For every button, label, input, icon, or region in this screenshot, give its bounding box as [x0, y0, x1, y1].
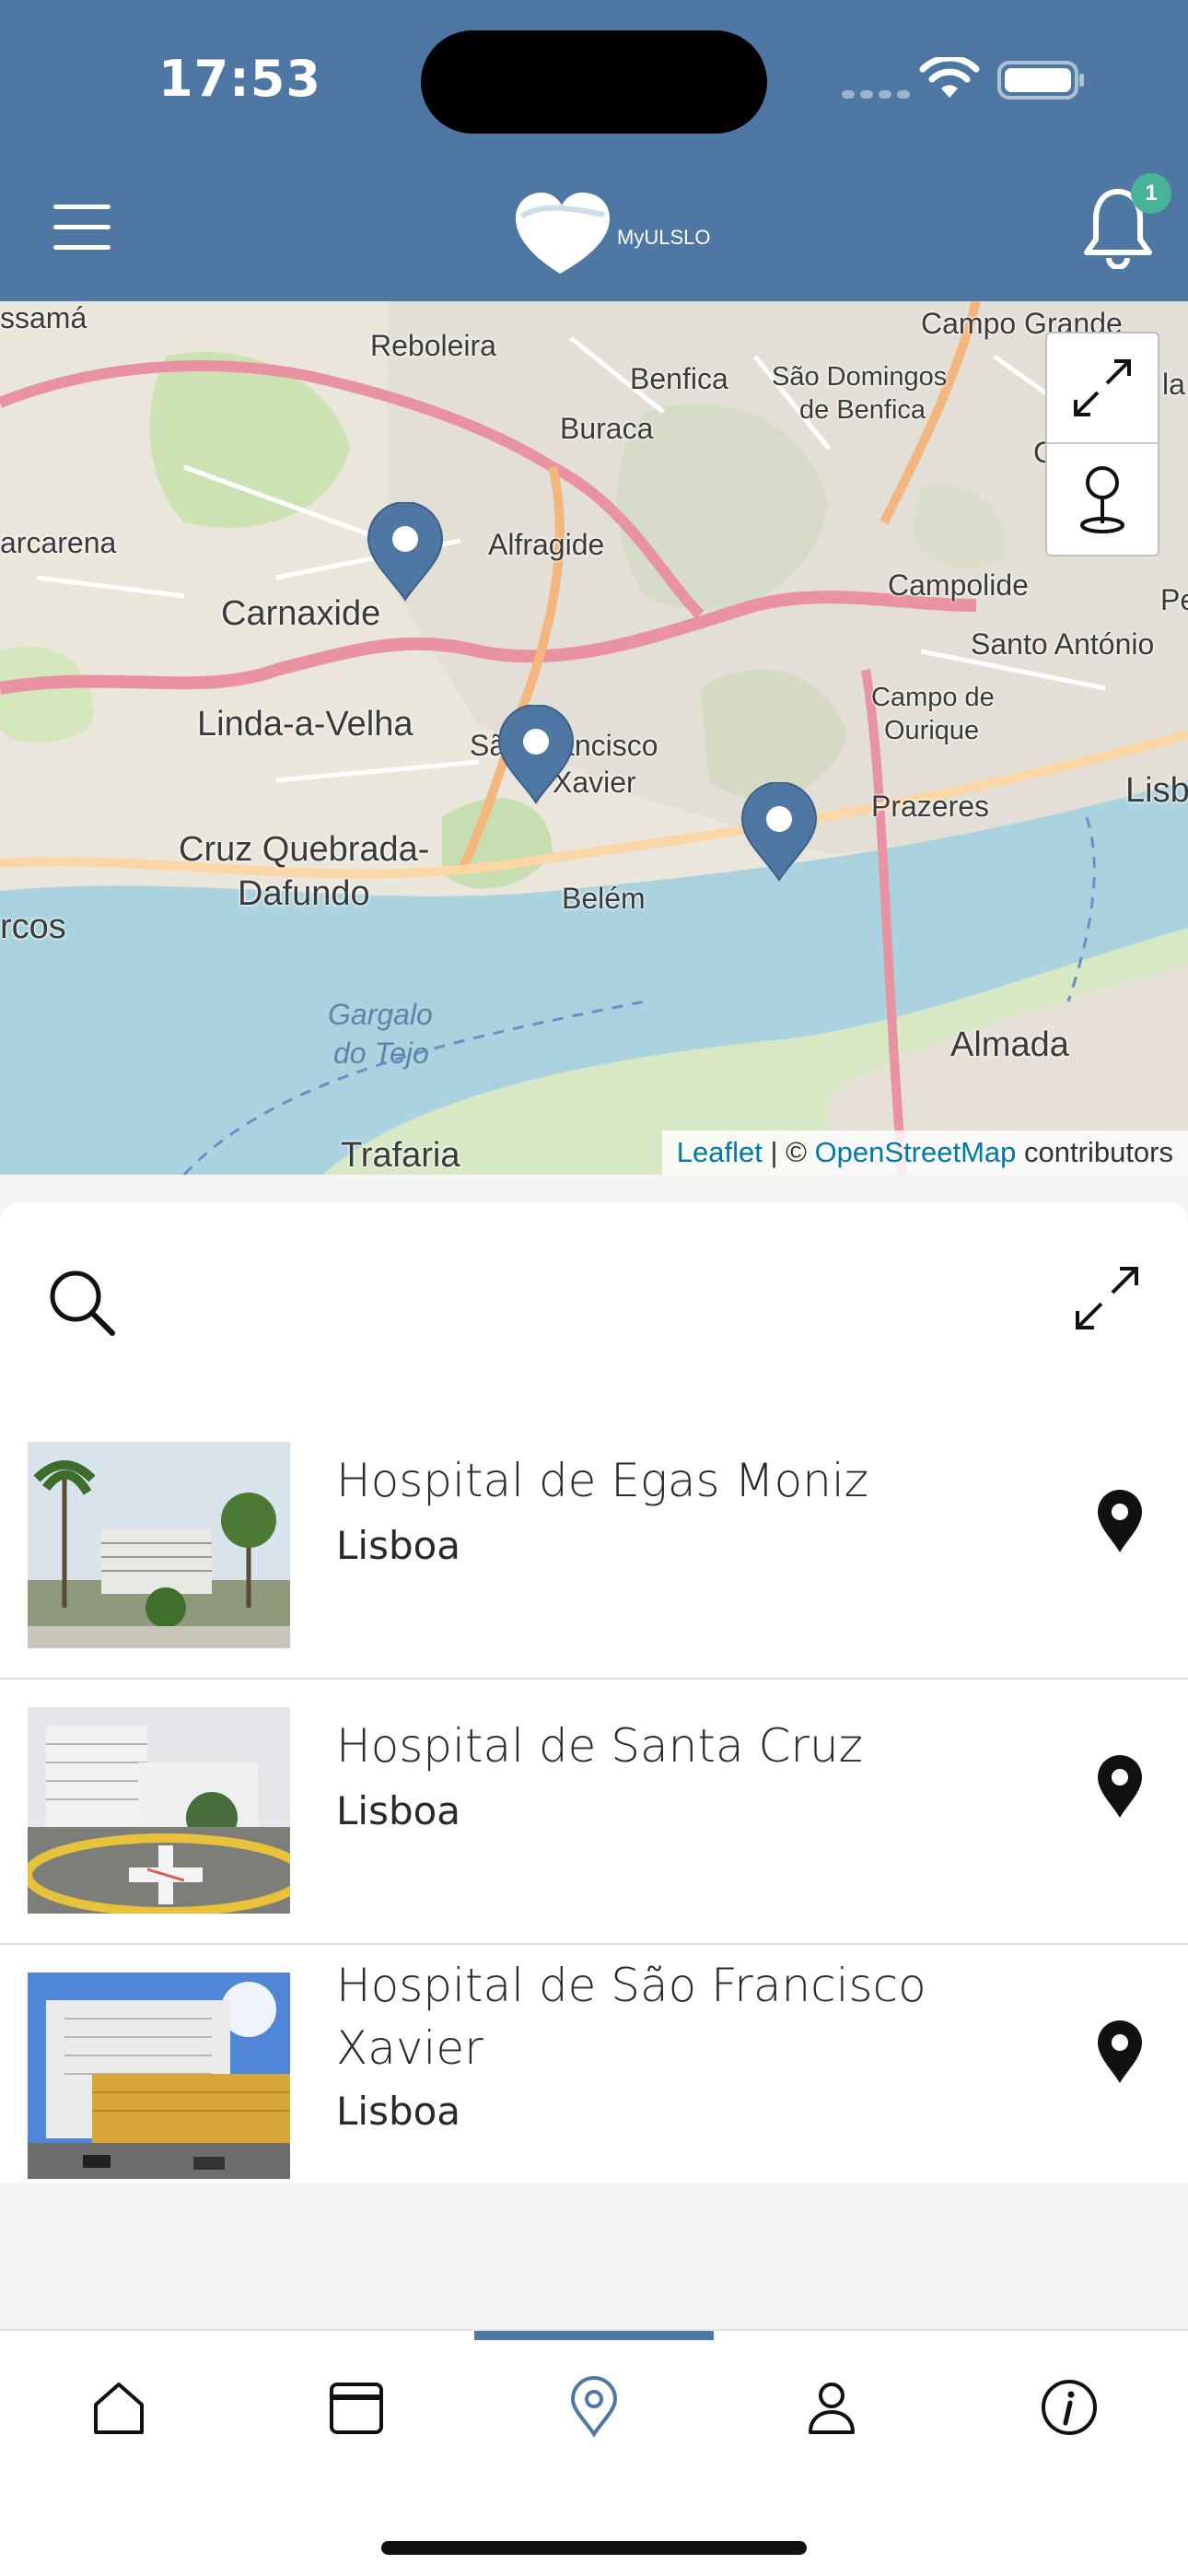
map-label: Trafaria	[341, 1136, 460, 1175]
map-label: São Domingos	[772, 362, 948, 392]
map-label: ssamá	[0, 301, 87, 334]
map-label: arcarena	[0, 526, 117, 559]
map-label: Almada	[950, 1025, 1069, 1064]
map-label: la	[1162, 368, 1185, 401]
map-label: de Benfica	[799, 395, 926, 425]
list-item-sao-francisco-xavier[interactable]: Hospital de São Francisco Xavier Lisboa	[0, 1945, 1188, 2183]
map-pin-icon[interactable]	[1096, 2019, 1144, 2085]
hospital-photo	[28, 1442, 290, 1648]
hospital-marker-egas-moniz[interactable]	[365, 502, 446, 603]
list-item-santa-cruz[interactable]: Hospital de Santa Cruz Lisboa	[0, 1680, 1188, 1945]
hospital-map[interactable]: ssamá Reboleira Benfica São Domingos de …	[0, 301, 1188, 1175]
dynamic-island	[421, 30, 767, 134]
bottom-tab-bar	[0, 2329, 1188, 2576]
hospital-city: Lisboa	[336, 1788, 461, 1833]
map-label: Campo de	[871, 683, 995, 712]
map-label: Belém	[562, 882, 646, 915]
fullscreen-icon	[1074, 359, 1131, 416]
map-controls	[1045, 332, 1159, 556]
map-pin-icon[interactable]	[1096, 1488, 1144, 1554]
app-logo-text: MyULSLO	[617, 226, 711, 249]
info-icon[interactable]	[1037, 2375, 1101, 2440]
battery-icon	[997, 61, 1084, 100]
map-label: Lisb	[1125, 771, 1188, 810]
leaflet-link[interactable]: Leaflet	[677, 1136, 763, 1168]
map-fullscreen-button[interactable]	[1047, 334, 1158, 444]
map-pin-icon[interactable]	[1096, 1753, 1144, 1820]
map-label: Buraca	[560, 412, 654, 445]
locate-pin-icon	[1080, 466, 1124, 533]
map-pin-tab-icon[interactable]	[562, 2375, 626, 2440]
openstreetmap-link[interactable]: OpenStreetMap	[815, 1136, 1017, 1168]
cellular-signal-icon	[842, 87, 915, 103]
home-indicator	[381, 2541, 807, 2555]
notification-count-badge: 1	[1131, 173, 1171, 214]
map-label: Ourique	[884, 716, 980, 745]
map-label: Campolide	[888, 568, 1029, 602]
search-icon[interactable]	[46, 1267, 120, 1341]
hospital-list-panel: Hospital de Egas Moniz Lisboa Hospital d…	[0, 1202, 1188, 2183]
wifi-icon	[919, 57, 980, 98]
map-label: Santo António	[971, 627, 1155, 661]
hospital-marker-santa-cruz[interactable]	[739, 782, 820, 884]
list-item-egas-moniz[interactable]: Hospital de Egas Moniz Lisboa	[0, 1414, 1188, 1680]
home-icon[interactable]	[87, 2375, 151, 2440]
menu-button[interactable]	[53, 205, 111, 254]
hospital-photo	[28, 1707, 290, 1914]
map-label: Cruz Quebrada-	[179, 830, 430, 869]
hospital-name: Hospital de Santa Cruz	[336, 1719, 863, 1773]
hospital-photo	[28, 1973, 290, 2179]
map-label: Alfragide	[488, 528, 605, 561]
map-label: Linda-a-Velha	[197, 705, 413, 744]
map-label: Benfica	[630, 362, 728, 395]
map-label: do Tejo	[333, 1036, 429, 1070]
calendar-icon[interactable]	[324, 2375, 389, 2440]
app-header: 17:53 MyULSLO 1	[0, 0, 1188, 301]
hospital-city: Lisboa	[336, 1523, 461, 1568]
map-label: rcos	[0, 907, 66, 946]
hospital-name-line2: Xavier	[336, 2021, 483, 2075]
expand-list-icon[interactable]	[1072, 1263, 1142, 1333]
status-time: 17:53	[158, 50, 321, 108]
map-label: Reboleira	[370, 329, 496, 362]
user-icon[interactable]	[799, 2375, 864, 2440]
map-label: Carnaxide	[221, 594, 381, 633]
attribution-contributors: contributors	[1016, 1136, 1173, 1168]
map-attribution: Leaflet | © OpenStreetMap contributors	[661, 1130, 1188, 1175]
map-label: Prazeres	[871, 790, 990, 823]
map-label: Pe	[1160, 583, 1188, 616]
attribution-separator: | ©	[762, 1136, 815, 1168]
map-label: Gargalo	[328, 998, 433, 1031]
active-tab-indicator	[474, 2331, 714, 2340]
hospital-name: Hospital de Egas Moniz	[336, 1454, 869, 1507]
hospital-city: Lisboa	[336, 2089, 461, 2134]
hospital-name: Hospital de São Francisco	[336, 1959, 926, 2012]
hospital-marker-sao-francisco-xavier[interactable]	[495, 705, 577, 806]
map-locate-button[interactable]	[1047, 444, 1158, 555]
map-label: Dafundo	[238, 874, 370, 913]
